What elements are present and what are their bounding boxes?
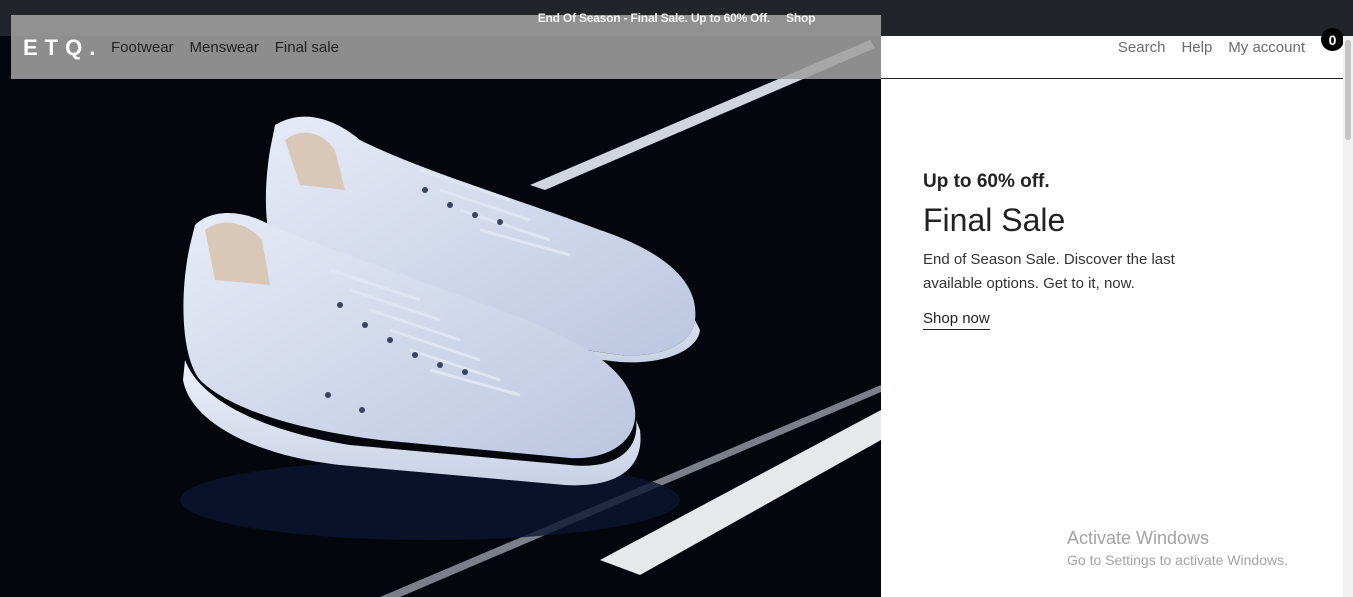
- watermark-line2: Go to Settings to activate Windows.: [1067, 552, 1288, 568]
- nav-search[interactable]: Search: [1118, 38, 1166, 58]
- sneakers-photo: [0, 36, 881, 597]
- logo[interactable]: ETQ.: [23, 35, 102, 61]
- announcement-shop-link[interactable]: Shop: [786, 11, 815, 26]
- watermark-line1: Activate Windows: [1067, 528, 1210, 548]
- announcement-text: End Of Season - Final Sale. Up to 60% Of…: [537, 10, 771, 25]
- shop-now-link[interactable]: Shop now: [923, 310, 990, 330]
- nav-menswear[interactable]: Menswear: [190, 38, 259, 58]
- page-scrollbar[interactable]: [1343, 36, 1353, 597]
- announcement-bar: End Of Season - Final Sale. Up to 60% Of…: [0, 0, 1353, 36]
- utility-nav: Search Help My account: [1118, 38, 1305, 58]
- scrollbar-thumb[interactable]: [1345, 40, 1351, 140]
- promo-subtitle: Up to 60% off.: [923, 171, 1050, 192]
- nav-help[interactable]: Help: [1181, 38, 1212, 58]
- promo-title: Final Sale: [923, 202, 1066, 238]
- header-divider: [881, 78, 1343, 79]
- promo-panel: Up to 60% off. Final Sale End of Season …: [923, 170, 1223, 330]
- cart-count-badge[interactable]: 0: [1321, 28, 1344, 51]
- main-nav: Footwear Menswear Final sale: [111, 38, 339, 58]
- promo-description: End of Season Sale. Discover the last av…: [923, 251, 1175, 292]
- nav-final-sale[interactable]: Final sale: [275, 38, 339, 58]
- nav-footwear[interactable]: Footwear: [111, 38, 174, 58]
- nav-my-account[interactable]: My account: [1228, 38, 1305, 58]
- windows-watermark: Activate Windows Go to Settings to activ…: [1067, 527, 1288, 571]
- hero-image[interactable]: [0, 36, 881, 597]
